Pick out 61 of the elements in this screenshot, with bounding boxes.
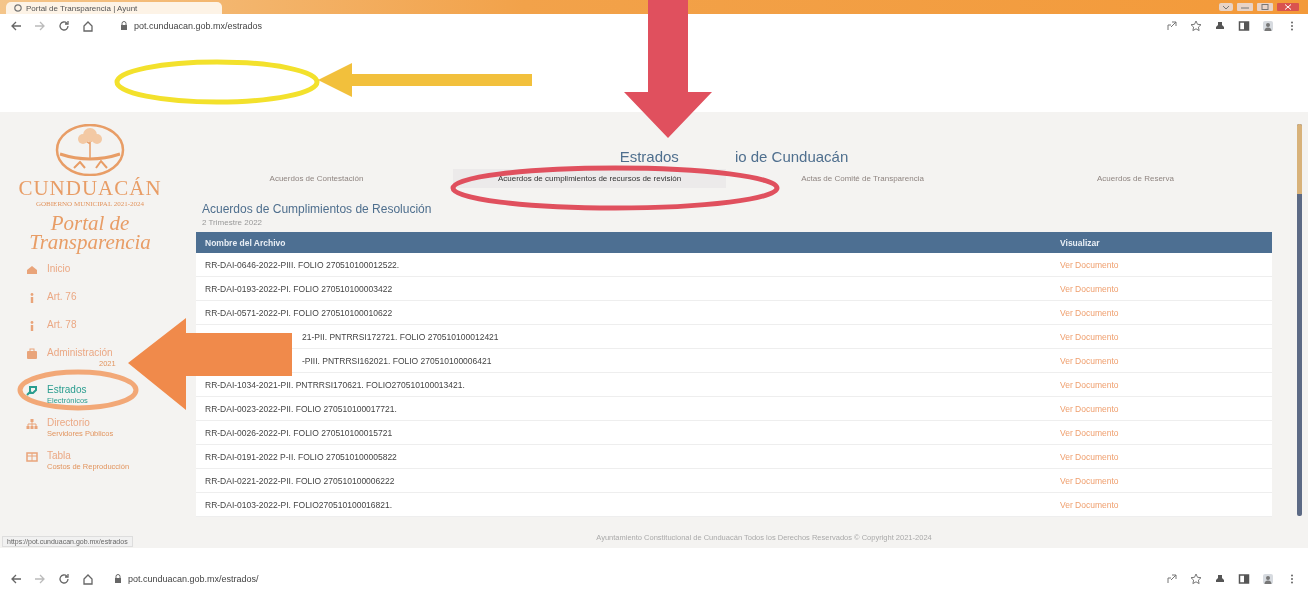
- sidebar-item[interactable]: Art. 76: [26, 290, 77, 307]
- table-cell: RR-DAI-0191-2022 P-II. FOLIO 270510100005822: [196, 444, 1054, 469]
- table-icon: [26, 451, 38, 463]
- document-link[interactable]: Ver Documento: [1054, 324, 1272, 349]
- document-link[interactable]: Ver Documento: [1054, 420, 1272, 445]
- table-cell: RR-DAI-0646-2022-PIII. FOLIO 270510100012522.: [196, 253, 1054, 277]
- tab[interactable]: Acuerdos de Contestación: [180, 169, 453, 188]
- dropdown-icon[interactable]: [1218, 2, 1234, 12]
- document-link[interactable]: Ver Documento: [1054, 300, 1272, 325]
- document-link[interactable]: Ver Documento: [1054, 253, 1272, 277]
- address-bar[interactable]: pot.cunduacan.gob.mx/estrados: [120, 21, 263, 31]
- sidebar-icon[interactable]: [1238, 572, 1250, 585]
- profile-icon[interactable]: [1262, 572, 1274, 585]
- star-icon[interactable]: [1190, 572, 1202, 585]
- address-bar[interactable]: pot.cunduacan.gob.mx/estrados/: [114, 573, 259, 584]
- table-cell: RR-DAI-0026-2022-PI. FOLIO 270510100015721: [196, 420, 1054, 445]
- page-title: Estrados: [619, 148, 679, 165]
- share-icon[interactable]: [1166, 572, 1178, 585]
- column-header: Visualizar: [1054, 232, 1272, 253]
- reload-icon[interactable]: [58, 20, 70, 32]
- logo-name: CUNDUACÁN: [18, 178, 162, 199]
- tab[interactable]: Actas de Comité de Transparencia: [726, 169, 999, 188]
- org-chart-icon: [26, 418, 38, 430]
- document-link[interactable]: Ver Documento: [1054, 276, 1272, 301]
- table-cell: RR-DAI-0103-2022-PI. FOLIO270510100016821.: [196, 492, 1054, 517]
- star-icon[interactable]: [1190, 20, 1202, 32]
- back-icon[interactable]: [10, 20, 22, 32]
- lock-icon: [120, 21, 128, 31]
- column-header: Nombre del Archivo: [196, 232, 1054, 253]
- profile-icon[interactable]: [1262, 20, 1274, 32]
- table-cell: RR-DAI-0221-2022-PII. FOLIO 270510100006222: [196, 468, 1054, 493]
- sidebar-item[interactable]: Art. 78: [26, 318, 77, 335]
- lock-icon: [114, 573, 122, 584]
- share-icon[interactable]: [1166, 20, 1178, 32]
- house-icon: [26, 264, 38, 276]
- section-title: Acuerdos de Cumplimientos de Resolución: [202, 202, 433, 216]
- document-link[interactable]: Ver Documento: [1054, 396, 1272, 421]
- table-cell: RR-DAI-0193-2022-PI. FOLIO 270510100003422: [196, 276, 1054, 301]
- sidebar-icon[interactable]: [1238, 20, 1250, 32]
- reload-icon[interactable]: [58, 572, 70, 585]
- back-icon[interactable]: [10, 572, 22, 585]
- maximize-icon[interactable]: [1256, 2, 1274, 12]
- briefcase-icon: [26, 348, 38, 360]
- section-subtitle: 2 Trimestre 2022: [202, 218, 264, 227]
- document-link[interactable]: Ver Documento: [1054, 444, 1272, 469]
- document-link[interactable]: Ver Documento: [1054, 348, 1272, 373]
- scrollbar[interactable]: [1297, 124, 1302, 516]
- document-link[interactable]: Ver Documento: [1054, 468, 1272, 493]
- close-icon[interactable]: [1276, 2, 1300, 12]
- document-link[interactable]: Ver Documento: [1054, 372, 1272, 397]
- table-cell: RR-DAI-0571-2022-PI. FOLIO 270510100010622: [196, 300, 1054, 325]
- browser-tab[interactable]: Portal de Transparencia | Ayunt: [6, 2, 222, 14]
- table-cell: RR-DAI-0023-2022-PII. FOLIO 270510100017721.: [196, 396, 1054, 421]
- page-title: io de Cunduacán: [734, 148, 849, 165]
- home-icon[interactable]: [82, 20, 94, 32]
- tab[interactable]: Acuerdos de Reserva: [999, 169, 1272, 188]
- globe-icon: [14, 4, 22, 12]
- home-icon[interactable]: [82, 572, 94, 585]
- document-link[interactable]: Ver Documento: [1054, 492, 1272, 517]
- portal-title: Portal de Transparencia: [28, 214, 152, 252]
- sidebar-item[interactable]: Inicio: [26, 262, 71, 279]
